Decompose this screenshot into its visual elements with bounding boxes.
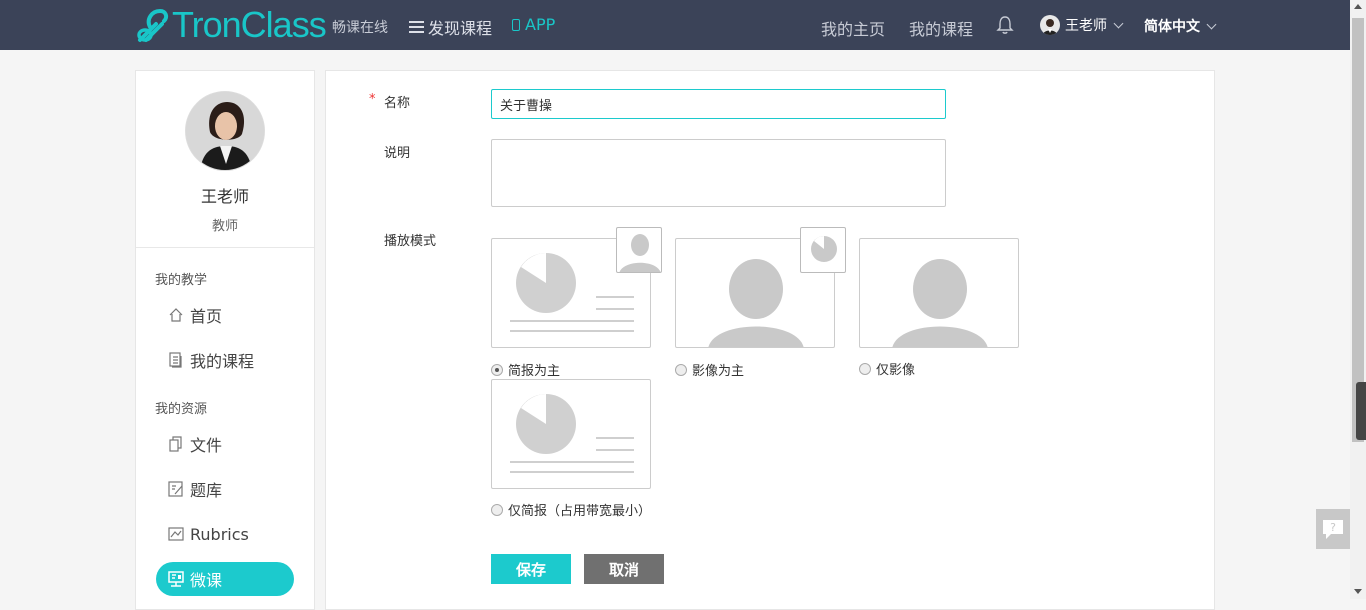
- description-textarea[interactable]: [491, 139, 946, 207]
- logo-text: TronClass: [172, 4, 327, 45]
- help-chat-icon: ?: [1323, 520, 1343, 539]
- scroll-down-arrow-icon[interactable]: [1354, 589, 1362, 594]
- cancel-button[interactable]: 取消: [584, 554, 664, 584]
- files-icon: [169, 436, 182, 452]
- sidebar: 王老师 教师 我的教学 首页 我的课程 我的资源 文件 题库 Rubrics 微…: [135, 70, 315, 610]
- radio-video-primary[interactable]: 影像为主: [675, 360, 744, 379]
- name-label: 名称: [384, 96, 411, 111]
- app-link[interactable]: APP: [512, 15, 555, 34]
- mode-slides-primary-video-thumb: [616, 227, 662, 273]
- profile-avatar: [185, 91, 265, 171]
- radio-video-only[interactable]: 仅影像: [859, 359, 915, 378]
- course-doc-icon: [169, 352, 182, 368]
- my-courses-link[interactable]: 我的课程: [909, 16, 973, 40]
- language-selector[interactable]: 简体中文: [1144, 16, 1217, 36]
- user-avatar: [1040, 15, 1060, 35]
- radio-label: 仅影像: [876, 363, 916, 378]
- radio-slides-only[interactable]: 仅简报（占用带宽最小）: [491, 500, 651, 519]
- save-button[interactable]: 保存: [491, 554, 571, 584]
- person-icon: [619, 234, 661, 272]
- radio-dot: [675, 363, 687, 376]
- radio-slides-primary[interactable]: 简报为主: [491, 360, 560, 379]
- divider: [136, 247, 314, 248]
- page-scrollbar[interactable]: [1350, 0, 1366, 599]
- section-my-teaching: 我的教学: [155, 273, 208, 288]
- floating-side-widget[interactable]: [1356, 382, 1366, 440]
- mode-slides-only-preview[interactable]: [491, 379, 651, 489]
- app-label: APP: [525, 15, 556, 34]
- section-my-resources: 我的资源: [155, 402, 208, 417]
- chevron-down-icon: [1206, 19, 1217, 29]
- sidebar-item-question-bank[interactable]: 题库: [156, 472, 294, 506]
- sidebar-item-rubrics[interactable]: Rubrics: [156, 517, 294, 551]
- sidebar-item-label: 我的课程: [190, 352, 255, 371]
- scrollbar-thumb[interactable]: [1352, 18, 1364, 442]
- sidebar-item-files[interactable]: 文件: [156, 427, 294, 461]
- profile-name: 王老师: [200, 187, 249, 206]
- play-mode-label: 播放模式: [384, 234, 437, 249]
- question-bank-icon: [168, 481, 183, 497]
- description-label: 说明: [384, 146, 411, 161]
- discover-courses-link[interactable]: 发现课程: [409, 15, 492, 39]
- tronclass-logo-icon: [137, 8, 169, 42]
- notification-bell-icon[interactable]: [996, 15, 1014, 35]
- sidebar-item-label: 首页: [190, 307, 223, 326]
- sidebar-item-my-courses[interactable]: 我的课程: [156, 343, 294, 377]
- tronclass-logo[interactable]: TronClass: [136, 4, 327, 46]
- mode-video-primary-slides-thumb: [800, 227, 846, 273]
- sidebar-item-label: Rubrics: [190, 524, 249, 544]
- radio-label: 仅简报（占用带宽最小）: [508, 504, 652, 519]
- help-button[interactable]: ?: [1316, 509, 1350, 549]
- menu-icon: [409, 21, 424, 33]
- chevron-down-icon: [1113, 18, 1124, 28]
- sidebar-item-label: 文件: [190, 436, 223, 455]
- user-name: 王老师: [1065, 18, 1107, 34]
- home-icon: [169, 308, 183, 322]
- svg-text:?: ?: [1330, 521, 1336, 534]
- radio-label: 影像为主: [692, 364, 745, 379]
- name-input[interactable]: [491, 89, 946, 119]
- profile-role: 教师: [211, 219, 238, 234]
- micro-lecture-form: * 名称 说明 播放模式: [325, 70, 1215, 610]
- required-mark: *: [369, 92, 376, 107]
- user-menu[interactable]: 王老师: [1040, 15, 1124, 35]
- radio-dot-selected: [491, 363, 503, 376]
- mode-video-only-preview[interactable]: [859, 238, 1019, 348]
- phone-icon: [512, 18, 520, 31]
- discover-courses-label: 发现课程: [428, 19, 493, 38]
- micro-lecture-icon: [168, 571, 184, 587]
- slides-illustration: [510, 394, 634, 473]
- radio-dot: [491, 503, 503, 516]
- radio-label: 简报为主: [508, 364, 561, 379]
- sidebar-item-home[interactable]: 首页: [156, 298, 294, 332]
- slogan: 畅课在线: [332, 20, 388, 36]
- sidebar-item-label: 微课: [190, 571, 223, 590]
- pie-slide-icon: [811, 236, 837, 262]
- top-navigation-bar: TronClass 畅课在线 发现课程 APP 我的主页 我的课程 王老师 简体…: [0, 0, 1350, 50]
- my-home-link[interactable]: 我的主页: [821, 16, 885, 40]
- radio-dot: [859, 362, 871, 375]
- sidebar-item-label: 题库: [190, 481, 223, 500]
- rubrics-icon: [168, 527, 184, 541]
- language-label: 简体中文: [1144, 19, 1200, 35]
- person-illustration: [892, 259, 988, 347]
- sidebar-item-micro-lecture[interactable]: 微课: [156, 562, 294, 596]
- scroll-up-arrow-icon[interactable]: [1354, 4, 1362, 9]
